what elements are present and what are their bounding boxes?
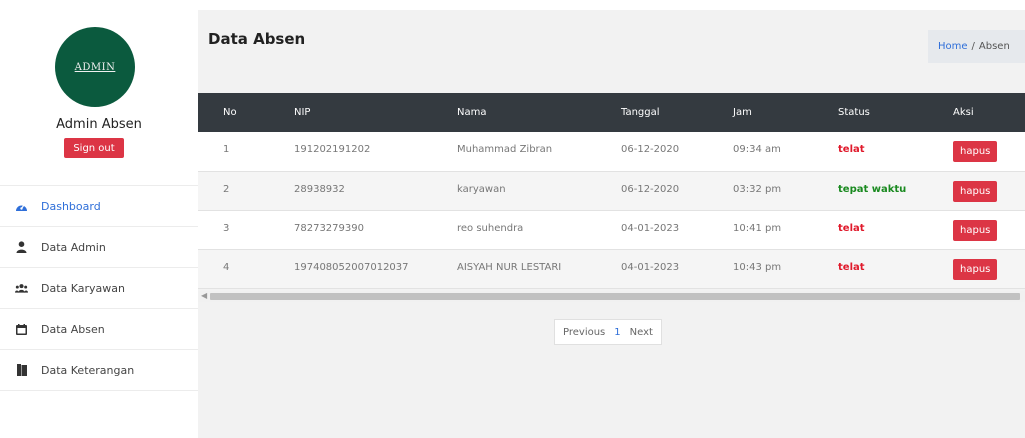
column-header-tanggal[interactable]: Tanggal [620, 93, 732, 132]
avatar: ADMIN [55, 27, 135, 107]
cell-jam: 10:41 pm [733, 222, 782, 234]
cell-aksi: hapus [952, 132, 1025, 171]
delete-button[interactable]: hapus [953, 141, 998, 162]
sidebar-item-label: Dashboard [41, 199, 101, 213]
delete-button[interactable]: hapus [953, 258, 998, 280]
cell-jam: 03:32 pm [733, 183, 782, 195]
cell-jam: 09:34 am [733, 144, 781, 155]
column-header-status[interactable]: Status [837, 93, 952, 132]
pagination-next-button[interactable]: Next [626, 320, 661, 344]
cell-aksi: hapus [952, 210, 1025, 249]
cell-nama: reo suhendra [457, 222, 524, 234]
cell-aksi: hapus [952, 171, 1025, 210]
cell-nip: 197408052007012037 [294, 261, 409, 273]
users-icon [15, 282, 28, 295]
sidebar-item-data-absen[interactable]: Data Absen [0, 309, 198, 350]
cell-aksi: hapus [952, 249, 1025, 288]
avatar-text: ADMIN [74, 61, 116, 73]
user-name: Admin Absen [56, 117, 142, 132]
sidebar: ADMIN Admin Absen Sign out Dashboard Dat… [0, 0, 198, 438]
sidebar-item-label: Data Keterangan [41, 363, 135, 377]
cell-nama: Muhammad Zibran [457, 144, 553, 155]
status-badge: telat [838, 261, 865, 273]
pagination: Previous 1 Next [554, 319, 662, 345]
sidebar-item-label: Data Karyawan [41, 281, 126, 295]
breadcrumb: Home / Absen [928, 30, 1025, 63]
cell-jam: 10:43 pm [733, 261, 782, 273]
status-badge: tepat waktu [838, 183, 907, 195]
calendar-icon [15, 323, 28, 336]
cell-no: 4 [223, 261, 230, 273]
sign-out-button[interactable]: Sign out [64, 138, 124, 158]
cell-tanggal: 04-01-2023 [621, 222, 680, 234]
cell-nip: 191202191202 [294, 144, 371, 155]
cell-tanggal: 06-12-2020 [621, 144, 680, 155]
cell-nama: karyawan [457, 183, 506, 195]
sidebar-item-dashboard[interactable]: Dashboard [0, 185, 198, 227]
cell-no: 1 [223, 144, 230, 155]
scroll-left-icon[interactable]: ◀ [201, 291, 207, 300]
pagination-previous-button[interactable]: Previous [555, 320, 609, 344]
cell-no: 3 [223, 222, 230, 234]
sidebar-item-data-keterangan[interactable]: Data Keterangan [0, 350, 198, 391]
delete-button[interactable]: hapus [953, 219, 998, 241]
cell-nip: 78273279390 [294, 222, 364, 234]
column-header-nama[interactable]: Nama [456, 93, 620, 132]
dashboard-icon [15, 200, 28, 213]
page-title: Data Absen [208, 30, 306, 48]
table-header-row: No NIP Nama Tanggal Jam Status Aksi [198, 93, 1025, 132]
breadcrumb-current: Absen [978, 41, 1010, 52]
sidebar-item-data-admin[interactable]: Data Admin [0, 227, 198, 268]
attendance-table: No NIP Nama Tanggal Jam Status Aksi 1 19… [198, 93, 1025, 289]
book-icon [15, 364, 28, 377]
cell-no: 2 [223, 183, 230, 195]
cell-nip: 28938932 [294, 183, 345, 195]
table-row: 4 197408052007012037 AISYAH NUR LESTARI … [198, 249, 1025, 288]
sidebar-item-data-karyawan[interactable]: Data Karyawan [0, 268, 198, 309]
delete-button[interactable]: hapus [953, 180, 998, 202]
breadcrumb-separator: / [971, 41, 975, 52]
horizontal-scrollbar[interactable]: ◀ [198, 291, 1025, 302]
column-header-no[interactable]: No [198, 93, 293, 132]
table-row: 1 191202191202 Muhammad Zibran 06-12-202… [198, 132, 1025, 171]
column-header-jam[interactable]: Jam [732, 93, 837, 132]
sidebar-item-label: Data Admin [41, 240, 106, 254]
cell-tanggal: 04-01-2023 [621, 261, 680, 273]
cell-nama: AISYAH NUR LESTARI [457, 261, 562, 273]
status-badge: telat [838, 144, 865, 155]
sidebar-item-label: Data Absen [41, 322, 105, 336]
status-badge: telat [838, 222, 865, 234]
sidebar-nav: Dashboard Data Admin Data Karyawan Data … [0, 185, 198, 391]
column-header-nip[interactable]: NIP [293, 93, 456, 132]
scrollbar-thumb[interactable] [210, 293, 1020, 300]
main-content: Data Absen Home / Absen No NIP Nama Tang… [198, 10, 1025, 438]
pagination-page-1[interactable]: 1 [609, 320, 625, 344]
column-header-aksi[interactable]: Aksi [952, 93, 1025, 132]
cell-tanggal: 06-12-2020 [621, 183, 680, 195]
table-row: 3 78273279390 reo suhendra 04-01-2023 10… [198, 210, 1025, 249]
user-icon [15, 241, 28, 254]
table-row: 2 28938932 karyawan 06-12-2020 03:32 pm … [198, 171, 1025, 210]
breadcrumb-home-link[interactable]: Home [938, 41, 968, 52]
